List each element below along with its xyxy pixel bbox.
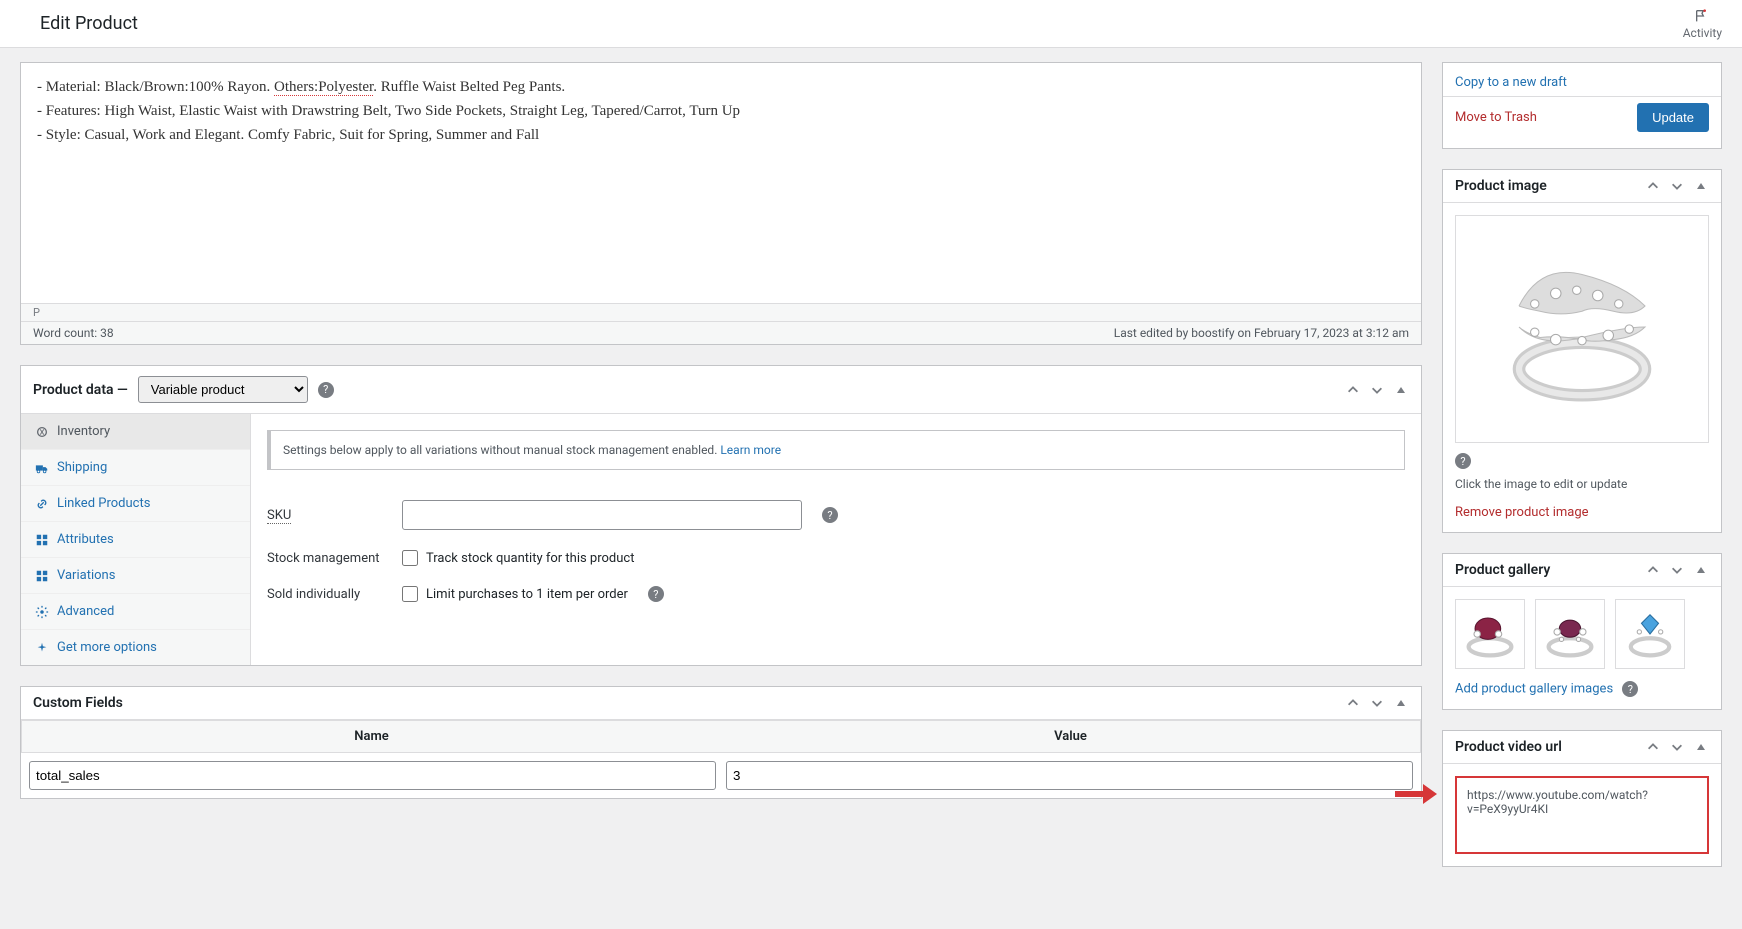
help-icon[interactable]: ? bbox=[1622, 681, 1638, 697]
trash-link[interactable]: Move to Trash bbox=[1455, 110, 1537, 125]
product-image-title: Product image bbox=[1455, 178, 1547, 194]
product-data-title: Product data — bbox=[33, 382, 128, 398]
tab-getmore[interactable]: Get more options bbox=[21, 630, 250, 665]
image-click-note: Click the image to edit or update bbox=[1455, 477, 1709, 491]
copy-draft-link[interactable]: Copy to a new draft bbox=[1455, 75, 1567, 90]
tab-inventory[interactable]: Inventory bbox=[21, 414, 250, 450]
cf-value-input[interactable] bbox=[726, 761, 1413, 790]
tab-advanced[interactable]: Advanced bbox=[21, 594, 250, 630]
track-stock-checkbox[interactable] bbox=[402, 550, 418, 566]
gallery-thumb[interactable] bbox=[1455, 599, 1525, 669]
inventory-icon bbox=[35, 425, 49, 439]
learn-more-link[interactable]: Learn more bbox=[720, 443, 781, 457]
sku-input[interactable] bbox=[402, 500, 802, 530]
tab-attributes[interactable]: Attributes bbox=[21, 522, 250, 558]
triangle-up-icon[interactable] bbox=[1393, 695, 1409, 711]
product-data-panel: Product data — Variable product ? Invent… bbox=[20, 365, 1422, 666]
custom-fields-title: Custom Fields bbox=[33, 695, 123, 711]
cf-name-input[interactable] bbox=[29, 761, 716, 790]
tab-linked[interactable]: Linked Products bbox=[21, 486, 250, 522]
gallery-thumb[interactable] bbox=[1535, 599, 1605, 669]
triangle-up-icon[interactable] bbox=[1693, 739, 1709, 755]
remove-image-link[interactable]: Remove product image bbox=[1455, 505, 1589, 520]
sku-label: SKU bbox=[267, 508, 382, 523]
tab-variations[interactable]: Variations bbox=[21, 558, 250, 594]
help-icon[interactable]: ? bbox=[1455, 453, 1471, 469]
add-gallery-link[interactable]: Add product gallery images bbox=[1455, 682, 1613, 697]
truck-icon bbox=[35, 461, 49, 475]
chevron-down-icon[interactable] bbox=[1669, 562, 1685, 578]
custom-fields-panel: Custom Fields Name Value bbox=[20, 686, 1422, 799]
chevron-up-icon[interactable] bbox=[1345, 695, 1361, 711]
grid-icon bbox=[35, 569, 49, 583]
last-edit: Last edited by boostify on February 17, … bbox=[1114, 326, 1409, 340]
editor-content[interactable]: - Material: Black/Brown:100% Rayon. Othe… bbox=[21, 63, 1421, 303]
ring-image bbox=[1462, 222, 1702, 432]
grid-icon bbox=[35, 533, 49, 547]
product-data-tabs: Inventory Shipping Linked Products Attri… bbox=[21, 414, 251, 665]
topbar: Edit Product Activity bbox=[0, 0, 1742, 48]
help-icon[interactable]: ? bbox=[318, 382, 334, 398]
product-gallery-panel: Product gallery Add product gallery imag… bbox=[1442, 553, 1722, 710]
gallery-title: Product gallery bbox=[1455, 562, 1550, 578]
product-image[interactable] bbox=[1455, 215, 1709, 443]
spellcheck-word: Others:Polyester bbox=[274, 79, 373, 96]
sold-label: Sold individually bbox=[267, 587, 382, 602]
cf-col-value: Value bbox=[721, 721, 1420, 752]
chevron-up-icon[interactable] bbox=[1645, 562, 1661, 578]
video-title: Product video url bbox=[1455, 739, 1562, 755]
wordcount: Word count: 38 bbox=[33, 326, 114, 340]
gallery-thumb[interactable] bbox=[1615, 599, 1685, 669]
tab-shipping[interactable]: Shipping bbox=[21, 450, 250, 486]
gear-icon bbox=[35, 605, 49, 619]
video-url-input[interactable] bbox=[1467, 788, 1697, 838]
update-button[interactable]: Update bbox=[1637, 103, 1709, 132]
triangle-up-icon[interactable] bbox=[1693, 178, 1709, 194]
arrow-annotation bbox=[1395, 782, 1439, 806]
product-image-panel: Product image bbox=[1442, 169, 1722, 533]
link-icon bbox=[35, 497, 49, 511]
cf-col-name: Name bbox=[22, 721, 721, 752]
chevron-up-icon[interactable] bbox=[1645, 178, 1661, 194]
page-title: Edit Product bbox=[40, 13, 138, 34]
activity-button[interactable]: Activity bbox=[1683, 8, 1722, 40]
product-video-panel: Product video url bbox=[1442, 730, 1722, 867]
editor-footer: Word count: 38 Last edited by boostify o… bbox=[21, 321, 1421, 344]
sparkle-icon bbox=[35, 641, 49, 655]
product-type-select[interactable]: Variable product bbox=[138, 376, 308, 403]
limit-purchases-checkbox[interactable] bbox=[402, 586, 418, 602]
editor-path: P bbox=[21, 303, 1421, 321]
stock-label: Stock management bbox=[267, 551, 382, 566]
help-icon[interactable]: ? bbox=[648, 586, 664, 602]
activity-label: Activity bbox=[1683, 26, 1722, 40]
help-icon[interactable]: ? bbox=[822, 507, 838, 523]
chevron-down-icon[interactable] bbox=[1369, 695, 1385, 711]
publish-panel: Copy to a new draft Move to Trash Update bbox=[1442, 62, 1722, 149]
chevron-down-icon[interactable] bbox=[1669, 739, 1685, 755]
triangle-up-icon[interactable] bbox=[1393, 382, 1409, 398]
triangle-up-icon[interactable] bbox=[1693, 562, 1709, 578]
editor-panel: - Material: Black/Brown:100% Rayon. Othe… bbox=[20, 62, 1422, 345]
inventory-notice: Settings below apply to all variations w… bbox=[267, 430, 1405, 470]
chevron-up-icon[interactable] bbox=[1345, 382, 1361, 398]
chevron-down-icon[interactable] bbox=[1669, 178, 1685, 194]
chevron-down-icon[interactable] bbox=[1369, 382, 1385, 398]
chevron-up-icon[interactable] bbox=[1645, 739, 1661, 755]
flag-icon bbox=[1694, 8, 1710, 24]
